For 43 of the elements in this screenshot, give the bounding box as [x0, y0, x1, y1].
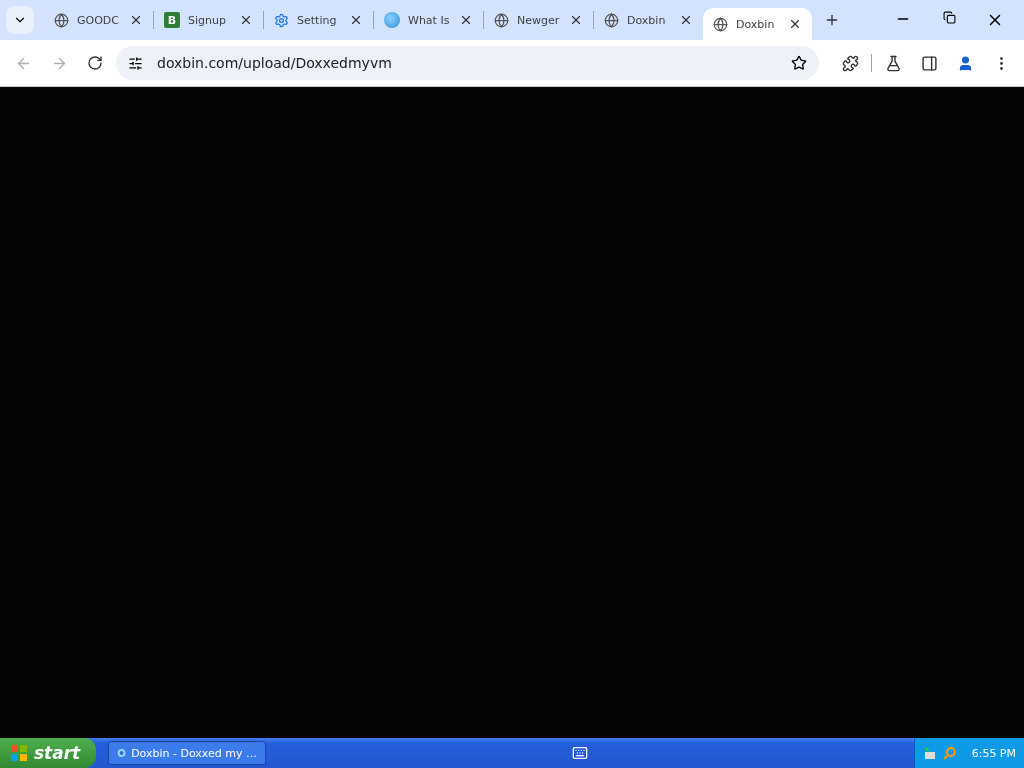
globe-icon: [54, 12, 69, 28]
close-icon[interactable]: [129, 13, 143, 27]
globe-icon: [713, 16, 728, 32]
globe-icon: [604, 12, 619, 28]
settings-icon: [274, 12, 289, 28]
flask-icon[interactable]: [884, 54, 902, 72]
address-bar[interactable]: doxbin.com/upload/Doxxedmyvm: [116, 46, 819, 80]
reload-icon[interactable]: [87, 55, 103, 71]
new-tab-icon[interactable]: [824, 12, 840, 28]
tab-title: Signup: [188, 13, 227, 27]
browser-tab[interactable]: Doxbin: [703, 8, 812, 40]
url-text: doxbin.com/upload/Doxxedmyvm: [157, 55, 393, 71]
close-icon[interactable]: [239, 13, 253, 27]
tab-title: Setting: [297, 13, 338, 27]
tab-title: What Is: [408, 13, 451, 27]
clock: 6:55 PM: [971, 746, 1016, 760]
close-icon[interactable]: [679, 13, 693, 27]
side-panel-icon[interactable]: [920, 54, 938, 72]
windows-logo-icon: [10, 744, 28, 762]
globe-icon: [494, 12, 509, 28]
keyboard-icon[interactable]: [572, 745, 588, 761]
close-icon[interactable]: [349, 13, 363, 27]
close-icon[interactable]: [459, 13, 473, 27]
browser-icon: [117, 746, 127, 760]
restore-icon[interactable]: [942, 11, 956, 24]
sphere-icon: [384, 12, 400, 28]
browser-tab[interactable]: Newger: [484, 0, 593, 40]
browser-tab[interactable]: GOODC: [44, 0, 153, 40]
tab-title: Newger: [517, 13, 561, 27]
site-info-icon[interactable]: [128, 55, 143, 71]
browser-tab[interactable]: B Signup: [154, 0, 263, 40]
tab-title: Doxbin: [736, 17, 776, 31]
site-logo: B: [164, 12, 180, 28]
close-icon[interactable]: [788, 17, 802, 31]
close-icon[interactable]: [569, 13, 583, 27]
tab-title: GOODC: [77, 13, 120, 27]
taskbar-window-button[interactable]: Doxbin - Doxxed my …: [108, 741, 266, 765]
bookmark-star-icon[interactable]: [791, 55, 807, 71]
browser-tab[interactable]: Doxbin: [594, 0, 703, 40]
tab-title: Doxbin: [627, 13, 667, 27]
extensions-icon[interactable]: [841, 54, 859, 72]
browser-tab[interactable]: What Is: [374, 0, 483, 40]
browser-tab[interactable]: Setting: [264, 0, 373, 40]
